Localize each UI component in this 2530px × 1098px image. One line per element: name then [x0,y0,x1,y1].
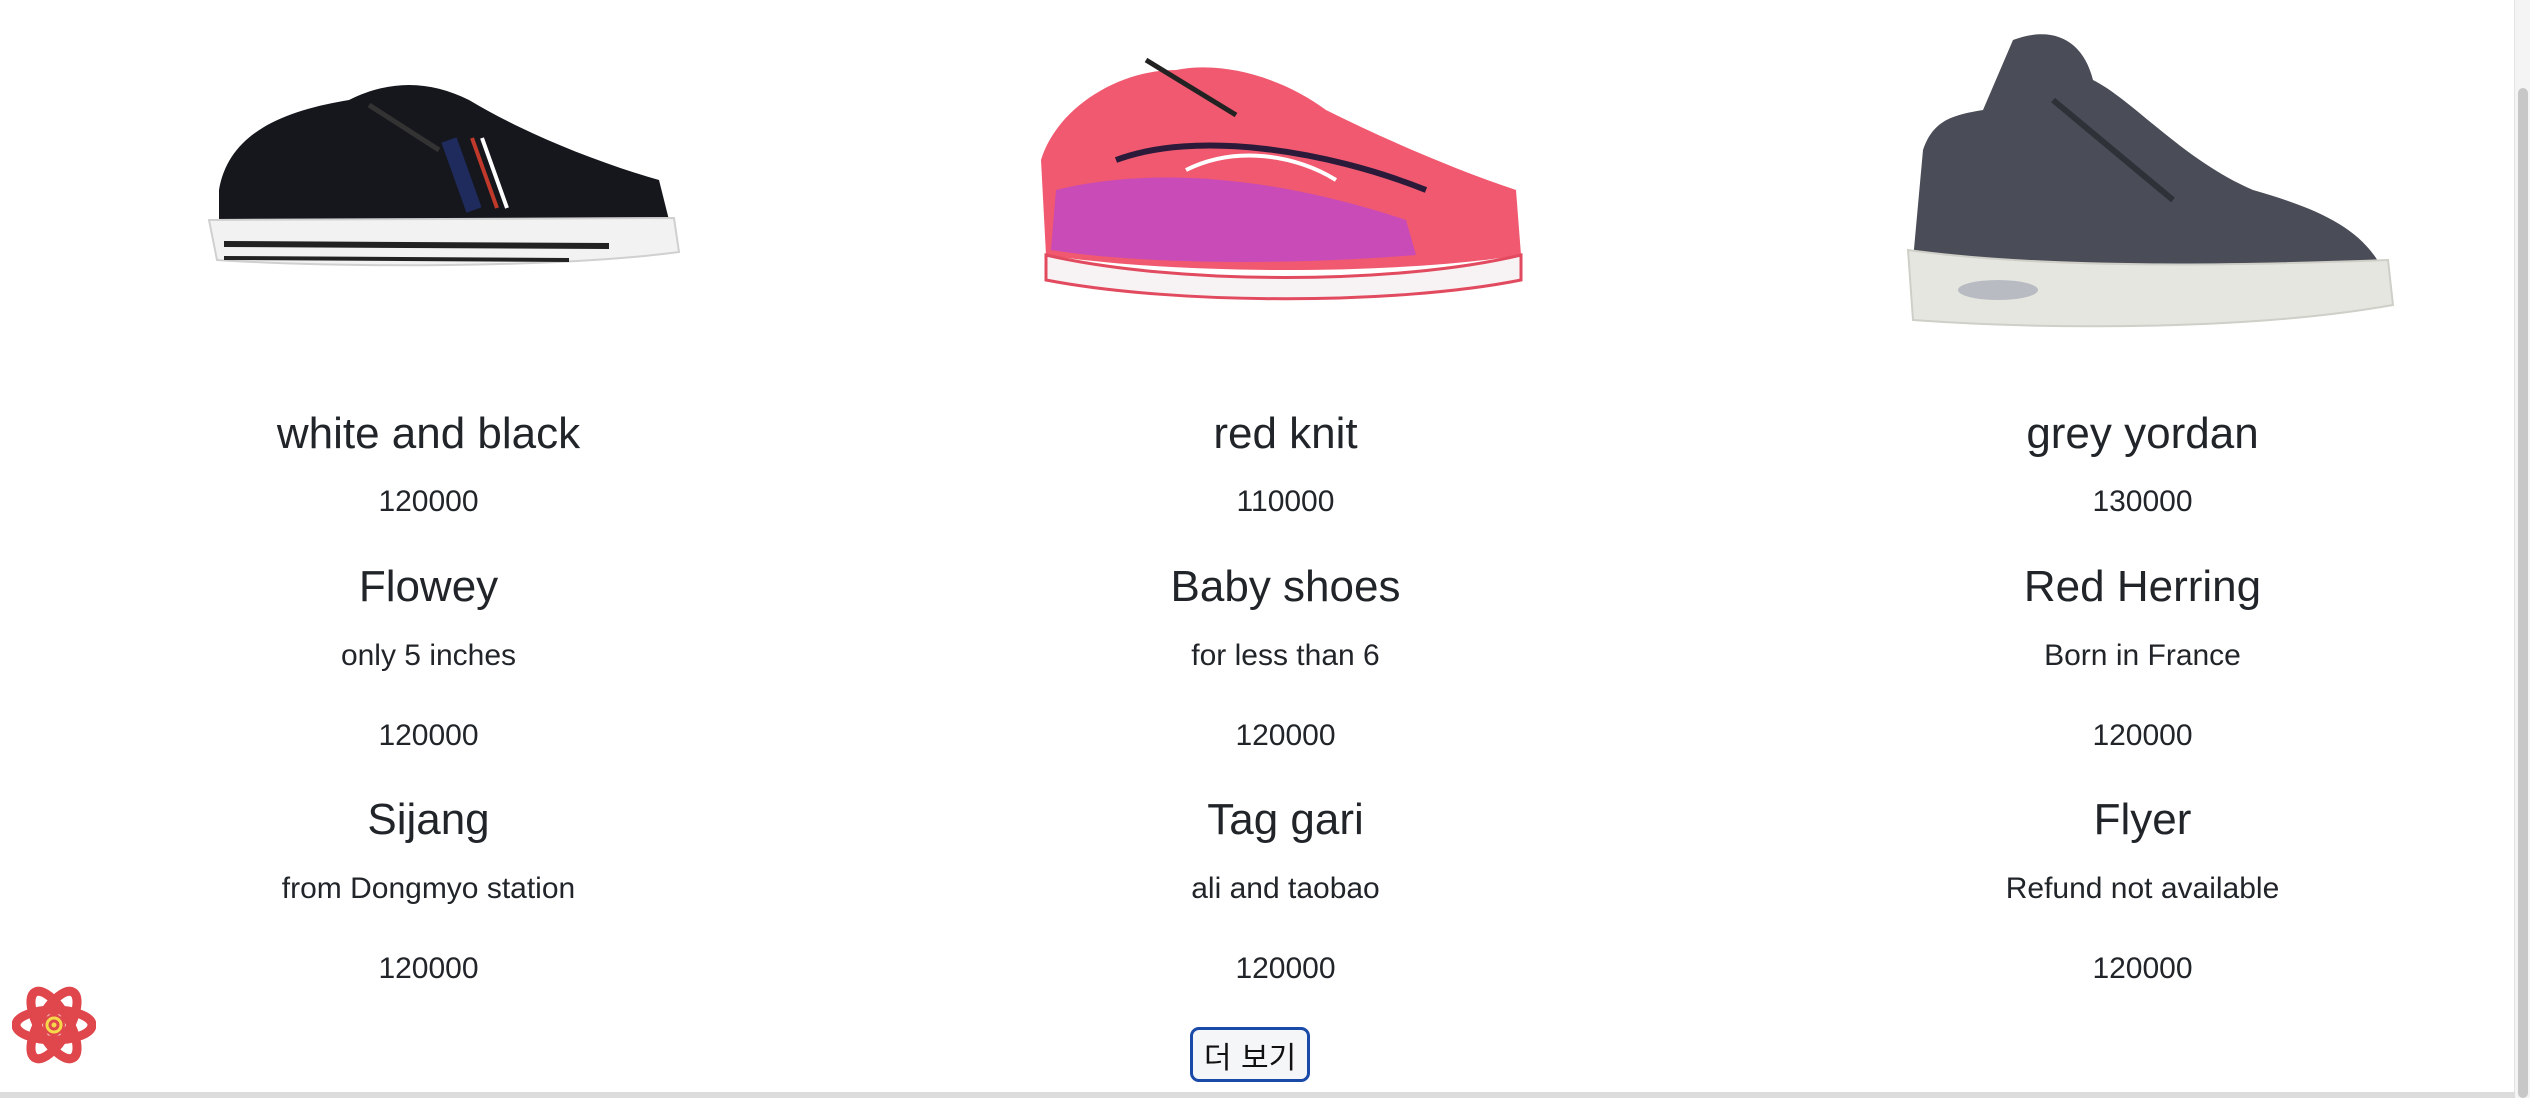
item-title: Baby shoes [1170,562,1401,611]
item-title: Flyer [2093,795,2192,844]
item-title: Tag gari [1207,795,1364,844]
product-title: red knit [1213,409,1358,458]
react-atom-icon[interactable] [12,983,96,1067]
item-price: 120000 [2092,952,2193,985]
item-description: ali and taobao [1191,872,1380,905]
product-price: 110000 [1236,485,1335,518]
grey-high-top-sneaker-image [1906,34,2394,328]
item-description: from Dongmyo station [281,872,576,905]
item-price: 120000 [2092,719,2193,752]
product-price: 120000 [378,485,479,518]
product-price: 130000 [2092,485,2193,518]
product-page: white and black 120000 Flowey only 5 inc… [0,0,2515,1098]
item-description: only 5 inches [340,639,517,672]
item-title: Sijang [367,795,490,844]
item-description: Refund not available [2005,872,2280,905]
item-price: 120000 [1235,952,1336,985]
black-sneaker-image [207,85,680,267]
item-price: 120000 [378,952,479,985]
item-description: Born in France [2044,639,2241,672]
vertical-scrollbar[interactable] [2514,0,2530,1098]
load-more-button[interactable]: 더 보기 [1190,1027,1310,1082]
item-title: Flowey [358,562,499,611]
item-title: Red Herring [2023,562,2262,611]
item-price: 120000 [1235,719,1336,752]
horizontal-scrollbar[interactable] [0,1092,2515,1098]
item-price: 120000 [378,719,479,752]
product-title: grey yordan [2026,409,2259,458]
scrollbar-thumb[interactable] [2518,88,2528,1098]
pink-running-shoe-image [1040,57,1522,301]
product-title: white and black [276,409,581,458]
item-description: for less than 6 [1191,639,1380,672]
